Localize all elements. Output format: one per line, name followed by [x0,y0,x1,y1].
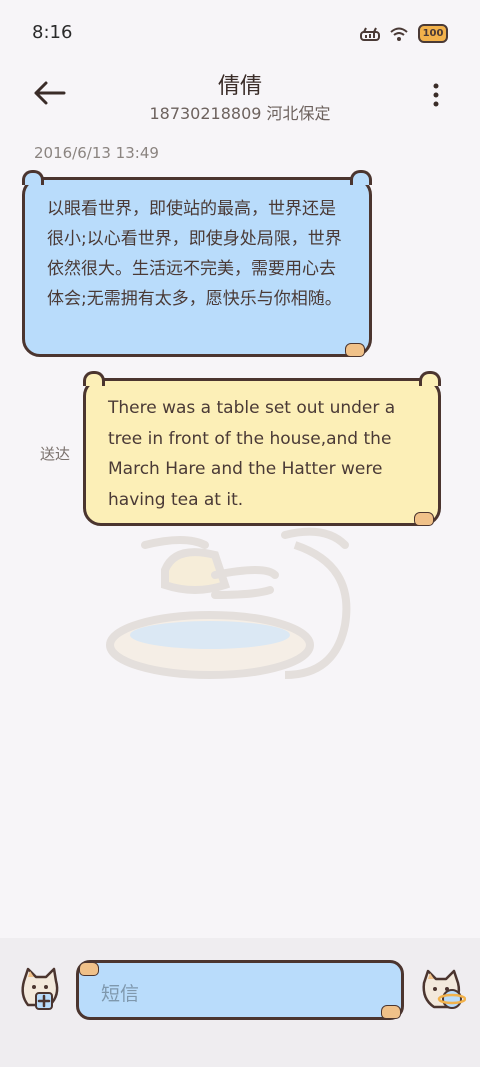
cat-face-icon [381,1005,401,1019]
more-options-icon[interactable] [428,80,444,110]
status-time: 8:16 [32,22,73,43]
cat-face-icon [345,343,365,357]
cat-face-icon [414,512,434,526]
message-timestamp: 2016/6/13 13:49 [34,144,159,162]
sms-input[interactable]: 短信 [76,960,404,1020]
bubble-ear-right [419,371,441,386]
incoming-message-text: 以眼看世界，即使站的最高，世界还是很小;以心看世界，即使身处局限，世界依然很大。… [47,199,342,309]
contact-number-location: 18730218809 河北保定 [149,104,331,123]
status-icons: 100 [360,24,448,43]
outgoing-message-text: There was a table set out under a tree i… [108,398,396,510]
send-icon[interactable] [418,965,466,1013]
cat-face-icon [79,962,99,976]
attach-icon[interactable] [16,965,64,1013]
status-bar: 8:16 100 [0,0,480,68]
wifi-icon [390,27,408,41]
bubble-ear-right [350,170,372,185]
outgoing-message-bubble[interactable]: There was a table set out under a tree i… [83,371,441,526]
bubble-ear-left [22,170,44,185]
contact-name: 倩倩 [217,74,262,99]
background-illustration [106,527,351,679]
bubble-ear-left [83,371,105,386]
delivery-status: 送达 [40,445,71,463]
conversation-header: 倩倩 18730218809 河北保定 [0,66,480,130]
incoming-message-bubble[interactable]: 以眼看世界，即使站的最高，世界还是很小;以心看世界，即使身处局限，世界依然很大。… [22,170,372,357]
battery-icon: 100 [418,24,448,43]
signal-icon [360,27,380,41]
